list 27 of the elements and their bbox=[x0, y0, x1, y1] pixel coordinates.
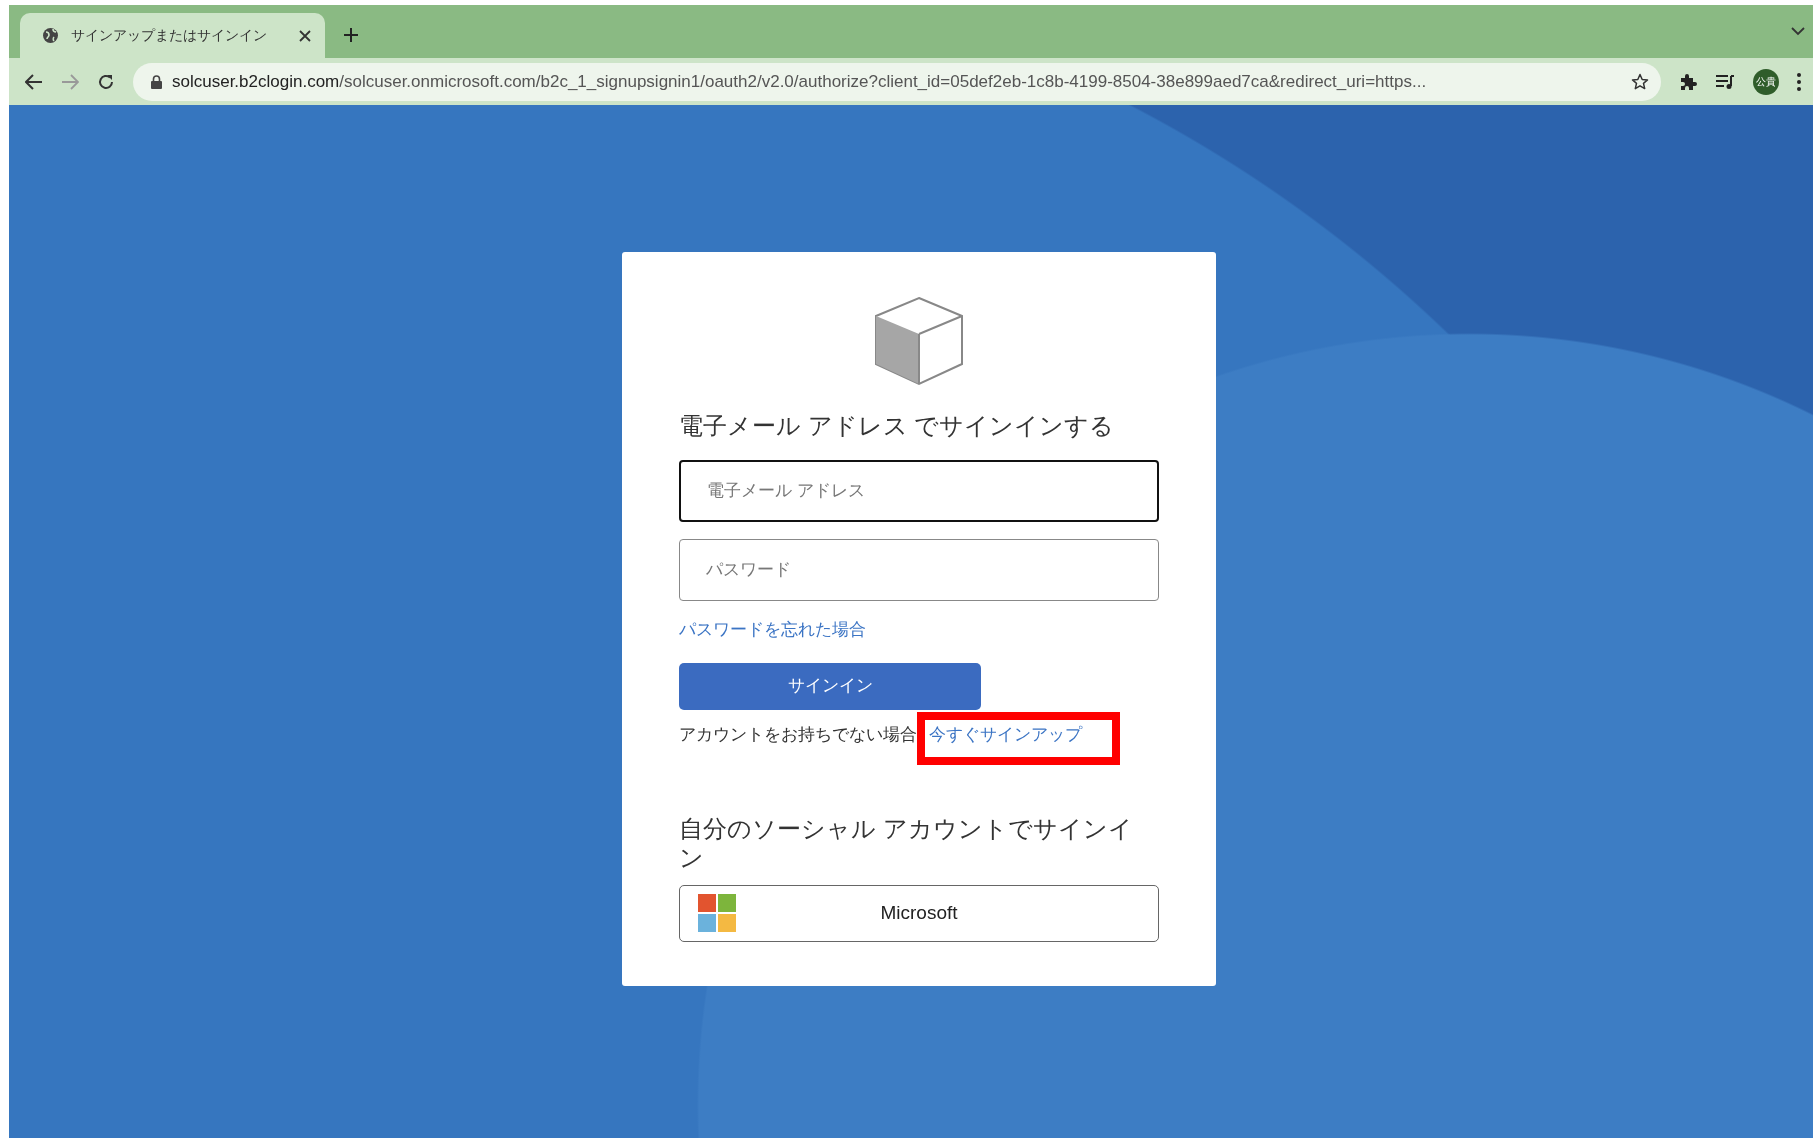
new-tab-icon[interactable] bbox=[343, 27, 359, 43]
url-text: solcuser.b2clogin.com/solcuser.onmicrosoft.com/b2c_1_signupsignin1/oauth2/v2.0/authorize?client_id=05def2eb-1c8b-4199-8504-38e899aed7ca&redirect_uri=https... bbox=[172, 70, 1428, 93]
social-sign-in-heading: 自分のソーシャル アカウントでサインイン bbox=[679, 815, 1134, 873]
media-list-icon[interactable] bbox=[1715, 73, 1735, 90]
sign-in-heading: 電子メール アドレス でサインインする bbox=[679, 411, 1116, 441]
browser-tab[interactable]: サインアップまたはサインイン bbox=[20, 13, 325, 58]
back-icon[interactable] bbox=[25, 73, 43, 90]
reload-icon[interactable] bbox=[97, 72, 115, 91]
input-field[interactable]: パスワード bbox=[679, 539, 1159, 601]
profile-avatar[interactable]: 公貴 bbox=[1753, 68, 1779, 95]
close-icon[interactable] bbox=[299, 29, 311, 42]
sign-up-link[interactable]: 今すぐサインアップ bbox=[929, 724, 1082, 744]
forgot-password-link[interactable]: パスワードを忘れた場合 bbox=[679, 617, 866, 643]
microsoft-sign-in-button[interactable]: Microsoft bbox=[679, 884, 1159, 942]
chevron-down-icon[interactable] bbox=[1791, 27, 1805, 36]
input-field[interactable]: 電子メール アドレス bbox=[679, 460, 1159, 522]
lock-icon bbox=[151, 74, 162, 89]
address-bar[interactable]: solcuser.b2clogin.com/solcuser.onmicrosoft.com/b2c_1_signupsignin1/oauth2/v2.0/authorize?client_id=05def2eb-1c8b-4199-8504-38e899aed7ca&redirect_uri=https... bbox=[133, 62, 1661, 101]
puzzle-icon[interactable] bbox=[1679, 72, 1697, 91]
tab-title: サインアップまたはサインイン bbox=[71, 26, 268, 45]
four-squares-logo-icon bbox=[698, 894, 736, 933]
globe-icon bbox=[42, 27, 59, 44]
star-icon[interactable] bbox=[1631, 72, 1649, 91]
menu-icon[interactable] bbox=[1797, 72, 1801, 91]
cube-logo-icon bbox=[874, 296, 964, 386]
sign-up-prompt: アカウントをお持ちでない場合 bbox=[679, 723, 917, 746]
sign-in-button[interactable]: サインイン bbox=[679, 662, 981, 710]
